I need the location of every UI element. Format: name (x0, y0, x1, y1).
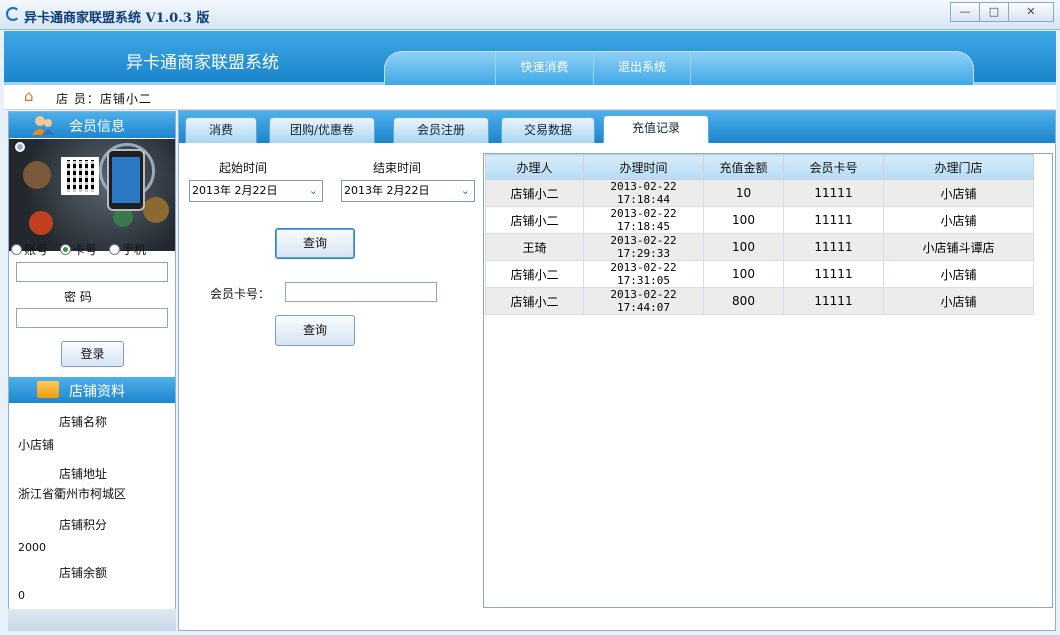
member-info-header: 会员信息 (9, 112, 175, 138)
table-row[interactable]: 店铺小二 2013-02-22 17:18:45 100 11111 小店铺 (485, 206, 1034, 234)
account-input[interactable] (16, 262, 168, 282)
start-date-picker[interactable]: 2013年 2月22日 ⌄ (189, 180, 323, 202)
window-title: 异卡通商家联盟系统 V1.0.3 版 (24, 11, 210, 26)
top-nav: 快速消费 退出系统 (384, 51, 974, 85)
recharge-records-table: 办理人 办理时间 充值金额 会员卡号 办理门店 店铺小二 2013-02-22 1… (483, 153, 1053, 608)
radio-phone[interactable]: 手机 (109, 240, 146, 258)
home-icon: ⌂ (24, 87, 34, 105)
phone-icon (107, 149, 145, 211)
table-row[interactable]: 店铺小二 2013-02-22 17:31:05 100 11111 小店铺 (485, 260, 1034, 288)
nav-exit-system[interactable]: 退出系统 (593, 52, 691, 85)
store-info-title: 店铺资料 (69, 384, 125, 400)
folder-icon (37, 381, 59, 398)
close-button[interactable]: ✕ (1008, 2, 1054, 22)
member-info-title: 会员信息 (69, 119, 125, 135)
table-row[interactable]: 店铺小二 2013-02-22 17:44:07 800 11111 小店铺 (485, 287, 1034, 315)
password-label: 密 码 (64, 290, 92, 304)
login-type-radios: 账号 卡号 手机 (11, 240, 177, 258)
password-input[interactable] (16, 308, 168, 328)
tab-bar: 消费 团购/优惠卷 会员注册 交易数据 充值记录 (179, 111, 1055, 143)
qr-code-icon (61, 157, 99, 195)
col-handler[interactable]: 办理人 (485, 154, 584, 180)
tab-transaction-data[interactable]: 交易数据 (501, 117, 595, 143)
store-name-value: 小店铺 (18, 438, 55, 452)
store-balance-label: 店铺余额 (59, 566, 108, 580)
tab-consume[interactable]: 消费 (185, 117, 257, 143)
nav-quick-consume[interactable]: 快速消费 (495, 52, 593, 85)
store-address-label: 店铺地址 (59, 467, 108, 481)
tab-recharge-records[interactable]: 充值记录 (603, 115, 709, 143)
card-number-input[interactable] (285, 282, 437, 302)
app-banner: 异卡通商家联盟系统 快速消费 退出系统 (4, 31, 1056, 85)
clerk-label: 店 员：店铺小二 (56, 92, 152, 106)
table-row[interactable]: 王琦 2013-02-22 17:29:33 100 11111 小店铺斗谭店 (485, 233, 1034, 261)
members-icon (32, 116, 54, 135)
start-time-label: 起始时间 (219, 161, 268, 175)
table-header-row: 办理人 办理时间 充值金额 会员卡号 办理门店 (485, 154, 1034, 180)
store-points-value: 2000 (18, 541, 46, 554)
table-row[interactable]: 店铺小二 2013-02-22 17:18:44 10 11111 小店铺 (485, 179, 1034, 207)
app-logo-icon (6, 7, 20, 21)
maximize-button[interactable]: □ (979, 2, 1009, 22)
sidebar-footer (8, 609, 176, 631)
tab-group-buy-coupon[interactable]: 团购/优惠卷 (269, 117, 375, 143)
end-time-label: 结束时间 (373, 161, 422, 175)
chevron-down-icon: ⌄ (460, 184, 470, 197)
minimize-button[interactable]: — (950, 2, 980, 22)
tab-member-register[interactable]: 会员注册 (393, 117, 489, 143)
store-balance-value: 0 (18, 589, 25, 602)
title-bar: 异卡通商家联盟系统 V1.0.3 版 — □ ✕ (0, 0, 1060, 30)
col-store[interactable]: 办理门店 (883, 154, 1034, 180)
store-address-value: 浙江省衢州市柯城区 (18, 487, 127, 501)
chevron-down-icon: ⌄ (308, 184, 318, 197)
query-by-date-button[interactable]: 查询 (275, 228, 355, 259)
app-title: 异卡通商家联盟系统 (126, 53, 279, 73)
window-controls: — □ ✕ (950, 2, 1054, 22)
main-panel: 消费 团购/优惠卷 会员注册 交易数据 充值记录 起始时间 结束时间 2013年… (178, 110, 1056, 631)
radio-account[interactable]: 账号 (11, 240, 48, 258)
store-name-label: 店铺名称 (59, 415, 108, 429)
radio-card[interactable]: 卡号 (60, 240, 97, 258)
sidebar: 会员信息 账号 卡号 手机 密 码 登录 店铺资料 店铺名称 小店铺 店铺地址 … (8, 111, 176, 631)
login-button[interactable]: 登录 (61, 341, 124, 367)
col-amount[interactable]: 充值金额 (703, 154, 784, 180)
end-date-picker[interactable]: 2013年 2月22日 ⌄ (341, 180, 475, 202)
status-bar: ⌂ 店 员：店铺小二 (4, 85, 1056, 110)
store-info-header: 店铺资料 (9, 377, 175, 403)
promo-image (9, 139, 175, 251)
store-points-label: 店铺积分 (59, 518, 108, 532)
col-time[interactable]: 办理时间 (583, 154, 704, 180)
card-number-label: 会员卡号： (210, 287, 271, 301)
query-by-card-button[interactable]: 查询 (275, 315, 355, 346)
col-card[interactable]: 会员卡号 (783, 154, 884, 180)
